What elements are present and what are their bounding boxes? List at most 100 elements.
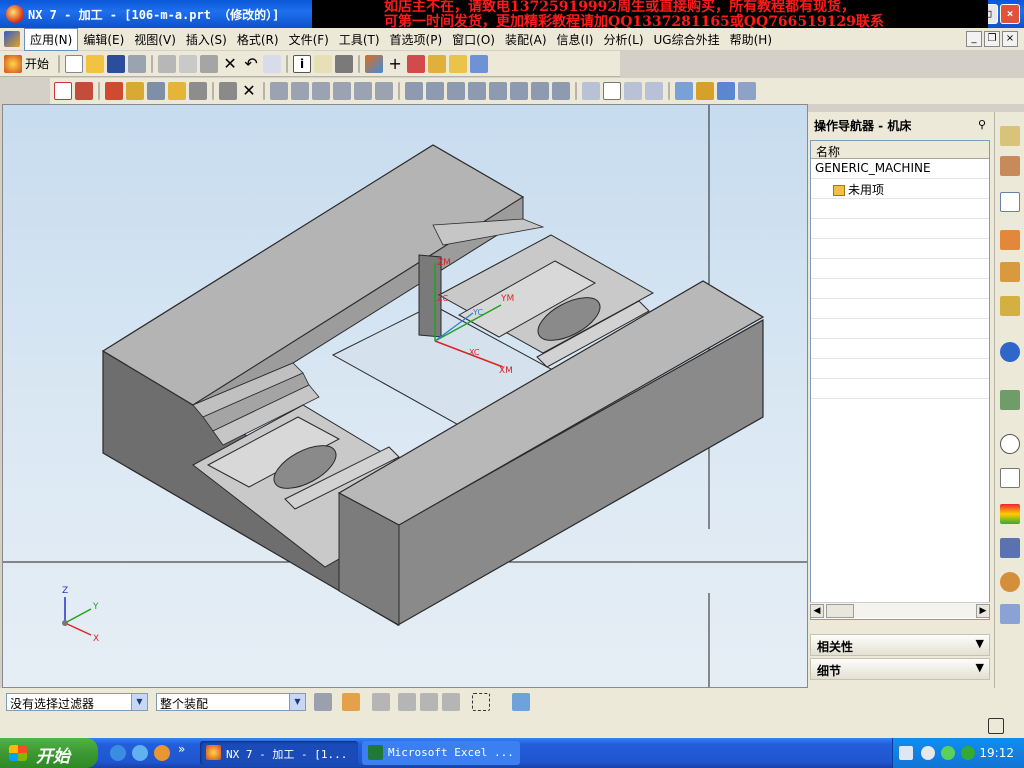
list-path-icon[interactable] (312, 82, 330, 100)
scroll-left-icon[interactable]: ◀ (810, 604, 824, 618)
doc-minimize-button[interactable]: _ (966, 31, 982, 47)
operation-nav-icon[interactable] (1000, 192, 1020, 212)
menu-assembly[interactable]: 装配(A) (500, 29, 552, 50)
app-menu-icon[interactable] (4, 31, 20, 47)
doc-close-button[interactable]: × (1002, 31, 1018, 47)
info-icon[interactable]: i (293, 54, 312, 73)
feature-select-icon[interactable] (398, 693, 416, 711)
tree-item-generic-machine[interactable]: GENERIC_MACHINE (811, 159, 989, 179)
transform-icon[interactable] (489, 82, 507, 100)
chevron-down-icon[interactable]: ▼ (131, 694, 147, 710)
cube-color-icon[interactable] (449, 54, 468, 73)
menu-insert[interactable]: 插入(S) (181, 29, 232, 50)
network-icon[interactable] (941, 746, 955, 760)
shop-doc-icon[interactable] (405, 82, 423, 100)
nav-expand-icon[interactable] (738, 82, 756, 100)
system-icon[interactable] (1000, 604, 1020, 624)
rectangle-select-icon[interactable] (472, 693, 490, 711)
face-select-icon[interactable] (442, 693, 460, 711)
verify-path-icon[interactable] (333, 82, 351, 100)
nav-filter-icon[interactable] (696, 82, 714, 100)
menu-info[interactable]: 信息(I) (552, 29, 599, 50)
pin-icon[interactable]: ⚲ (978, 118, 986, 131)
assembly-nav-icon[interactable] (1000, 126, 1020, 146)
tree-item-unused[interactable]: 未用项 (811, 179, 989, 199)
list-icon[interactable] (1000, 468, 1020, 488)
menu-ug-plugin[interactable]: UG综合外挂 (649, 29, 725, 50)
open-folder-icon[interactable] (86, 54, 105, 73)
generate-path-icon[interactable] (270, 82, 288, 100)
replay-path-icon[interactable] (291, 82, 309, 100)
simulate-icon[interactable] (354, 82, 372, 100)
delete-icon[interactable]: ✕ (221, 54, 239, 73)
create-program-icon[interactable] (54, 82, 72, 100)
keyboard-icon[interactable] (899, 746, 913, 760)
create-operation-icon[interactable] (147, 82, 165, 100)
selection-filter-dropdown[interactable]: 没有选择过滤器 ▼ (6, 693, 148, 711)
shaded-mode-icon[interactable] (365, 54, 384, 73)
menu-file[interactable]: 文件(F) (284, 29, 334, 50)
material-icon[interactable] (470, 54, 489, 73)
postprocess-icon[interactable] (375, 82, 393, 100)
doc-restore-button[interactable]: ❐ (984, 31, 1000, 47)
snap-icon[interactable] (372, 693, 390, 711)
navigator-tree[interactable]: 名称 GENERIC_MACHINE 未用项 (810, 140, 990, 620)
paste-icon[interactable] (200, 54, 219, 73)
body-select-icon[interactable] (420, 693, 438, 711)
sound-icon[interactable] (921, 746, 935, 760)
clock-icon[interactable] (1000, 434, 1020, 454)
geometry-view-icon[interactable] (624, 82, 642, 100)
select-tools-icon[interactable] (314, 693, 332, 711)
menu-format[interactable]: 格式(R) (232, 29, 284, 50)
palette-icon[interactable] (1000, 504, 1020, 524)
start-icon[interactable] (4, 54, 22, 73)
menu-application[interactable]: 应用(N) (24, 27, 79, 51)
roles-icon[interactable] (1000, 572, 1020, 592)
machine-control-icon[interactable] (447, 82, 465, 100)
menu-edit[interactable]: 编辑(E) (78, 29, 129, 50)
task-nx[interactable]: NX 7 - 加工 - [1... (200, 741, 358, 765)
menu-help[interactable]: 帮助(H) (725, 29, 777, 50)
web-browser-icon[interactable] (1000, 342, 1020, 362)
menu-window[interactable]: 窗口(O) (447, 29, 500, 50)
chevron-down-icon[interactable]: ▼ (289, 694, 305, 710)
help-icon[interactable] (314, 54, 333, 73)
snap-point-icon[interactable] (342, 693, 360, 711)
close-button[interactable]: × (1000, 4, 1020, 24)
tb-delete-icon[interactable]: ✕ (240, 82, 258, 100)
media-icon[interactable] (154, 745, 170, 761)
scroll-right-icon[interactable]: ▶ (976, 604, 990, 618)
scroll-thumb[interactable] (826, 604, 854, 618)
save-icon[interactable] (107, 54, 126, 73)
menu-view[interactable]: 视图(V) (129, 29, 181, 50)
column-header-name[interactable]: 名称 (811, 141, 989, 159)
repeat-command-icon[interactable] (263, 54, 282, 73)
copy-icon[interactable] (179, 54, 198, 73)
menu-preferences[interactable]: 首选项(P) (385, 29, 448, 50)
property-icon[interactable] (189, 82, 207, 100)
nav-toggle-icon[interactable] (675, 82, 693, 100)
cut-icon[interactable] (158, 54, 177, 73)
export-icon[interactable] (531, 82, 549, 100)
undo-icon[interactable]: ↶ (242, 54, 260, 73)
horizontal-scrollbar[interactable]: ◀ ▶ (810, 602, 990, 618)
section-dependencies[interactable]: 相关性 ▼ (810, 634, 990, 656)
tool-library-icon[interactable] (426, 82, 444, 100)
reuse-library-icon[interactable] (1000, 262, 1020, 282)
edit-object-icon[interactable] (168, 82, 186, 100)
create-geometry-icon[interactable] (105, 82, 123, 100)
menu-analysis[interactable]: 分析(L) (598, 29, 648, 50)
glasses-icon[interactable] (335, 54, 354, 73)
feature-icon[interactable] (468, 82, 486, 100)
tool-library-res-icon[interactable] (1000, 296, 1020, 316)
program-view-icon[interactable] (582, 82, 600, 100)
start-button[interactable]: 开始 (25, 55, 49, 72)
browser-icon[interactable] (132, 745, 148, 761)
import-icon[interactable] (552, 82, 570, 100)
quicklaunch-more-icon[interactable]: » (178, 742, 185, 756)
selection-scope-dropdown[interactable]: 整个装配 ▼ (156, 693, 306, 711)
part-nav-icon[interactable] (1000, 156, 1020, 176)
method-view-icon[interactable] (645, 82, 663, 100)
print-icon[interactable] (128, 54, 147, 73)
new-file-icon[interactable] (65, 54, 84, 73)
